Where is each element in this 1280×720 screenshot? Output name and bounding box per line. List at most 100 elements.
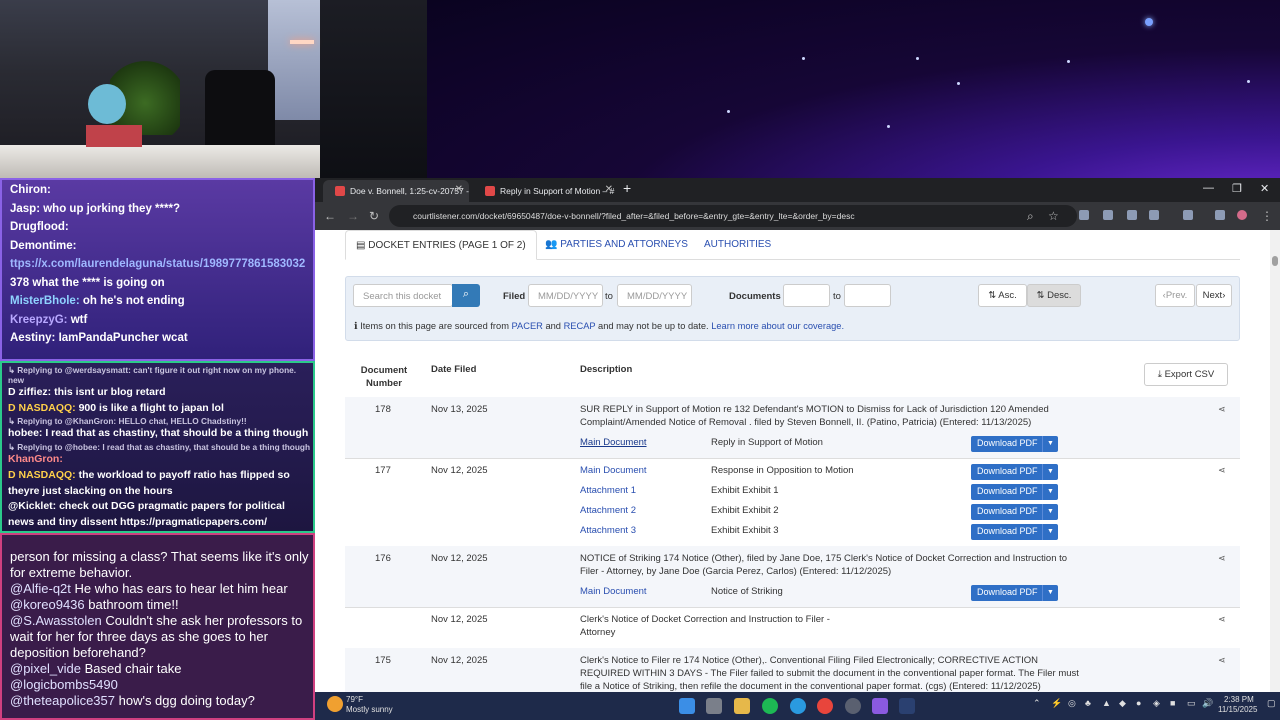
button-label: Download PDF bbox=[977, 506, 1038, 516]
document-description: Exhibit Exhibit 2 bbox=[711, 505, 779, 516]
forward-icon[interactable]: → bbox=[347, 209, 359, 223]
back-icon[interactable]: ← bbox=[324, 209, 336, 223]
zoom-icon[interactable]: ⌕ bbox=[1027, 209, 1034, 224]
bookmark-star-icon[interactable]: ☆ bbox=[1048, 209, 1059, 223]
tray-app-icon[interactable]: ■ bbox=[1170, 698, 1175, 708]
list-icon: ▤ bbox=[356, 240, 369, 251]
minimize-button[interactable]: — bbox=[1203, 182, 1214, 194]
download-pdf-button[interactable]: Download PDF ▼ bbox=[971, 484, 1058, 500]
menu-icon[interactable]: ⋮ bbox=[1261, 209, 1273, 223]
tray-app-icon[interactable]: ◆ bbox=[1119, 698, 1126, 709]
chat-username: @Kicklet: bbox=[8, 500, 57, 513]
task-view-icon[interactable] bbox=[706, 698, 722, 714]
entry-lte-input[interactable] bbox=[844, 284, 891, 307]
caret-down-icon[interactable]: ▼ bbox=[1042, 484, 1058, 500]
pacer-link[interactable]: PACER bbox=[512, 321, 543, 331]
app-icon[interactable] bbox=[845, 698, 861, 714]
share-icon[interactable]: ⋖ bbox=[1218, 553, 1226, 564]
document-link[interactable]: Main Document bbox=[580, 586, 647, 597]
download-pdf-button[interactable]: Download PDF ▼ bbox=[971, 524, 1058, 540]
download-pdf-button[interactable]: Download PDF ▼ bbox=[971, 585, 1058, 601]
tray-app-icon[interactable]: ◈ bbox=[1153, 698, 1160, 709]
entry-date: Nov 12, 2025 bbox=[431, 655, 488, 666]
chat-username: KreepzyG: bbox=[10, 313, 68, 326]
share-icon[interactable]: ⋖ bbox=[1218, 465, 1226, 476]
document-link[interactable]: Attachment 2 bbox=[580, 505, 636, 516]
media-icon[interactable] bbox=[1215, 210, 1225, 220]
scrollbar-thumb[interactable] bbox=[1272, 256, 1278, 266]
tray-app-icon[interactable]: ● bbox=[1136, 698, 1141, 708]
entry-gte-input[interactable] bbox=[783, 284, 830, 307]
sort-asc-button[interactable]: ⇅ Asc. bbox=[978, 284, 1027, 307]
maximize-button[interactable]: ❐ bbox=[1232, 182, 1242, 195]
filed-after-input[interactable]: MM/DD/YYYY bbox=[528, 284, 603, 307]
tray-app-icon[interactable]: ◎ bbox=[1068, 698, 1076, 709]
tray-app-icon[interactable]: ▲ bbox=[1102, 698, 1111, 708]
tray-app-icon[interactable]: ♣ bbox=[1085, 698, 1091, 708]
extension-icon[interactable] bbox=[1103, 210, 1113, 220]
tab-parties[interactable]: 👥 PARTIES AND ATTORNEYS bbox=[545, 239, 688, 250]
network-icon[interactable]: ▭ bbox=[1187, 698, 1196, 709]
tab-docket-entries[interactable]: ▤ DOCKET ENTRIES (PAGE 1 OF 2) bbox=[345, 230, 537, 260]
caret-down-icon[interactable]: ▼ bbox=[1042, 585, 1058, 601]
chevron-right-icon: › bbox=[1222, 290, 1226, 301]
extension-icon[interactable] bbox=[1127, 210, 1137, 220]
download-pdf-button[interactable]: Download PDF ▼ bbox=[971, 464, 1058, 480]
docket-search-input[interactable]: Search this docket bbox=[353, 284, 453, 307]
file-explorer-icon[interactable] bbox=[734, 698, 750, 714]
app-icon[interactable] bbox=[872, 698, 888, 714]
document-link[interactable]: Main Document bbox=[580, 465, 647, 476]
caret-down-icon[interactable]: ▼ bbox=[1042, 464, 1058, 480]
browser-tab-docket[interactable]: Doe v. Bonnell, 1:25-cv-20757 - ✕ bbox=[323, 180, 469, 202]
clock-time[interactable]: 2:38 PM bbox=[1224, 695, 1254, 704]
browser-tab-reply[interactable]: Reply in Support of Motion – # ✕ bbox=[473, 180, 619, 202]
chat-message: Drugflood: bbox=[10, 221, 313, 240]
table-row: 175 Nov 12, 2025 Clerk's Notice to Filer r… bbox=[345, 648, 1240, 692]
chat-message: @pixel_vide Based chair take bbox=[10, 661, 309, 677]
caret-down-icon[interactable]: ▼ bbox=[1042, 524, 1058, 540]
url-bar[interactable]: courtlistener.com/docket/69650487/doe-v-… bbox=[389, 205, 1077, 227]
steam-icon[interactable] bbox=[899, 698, 915, 714]
close-tab-icon[interactable]: ✕ bbox=[605, 184, 613, 195]
document-link[interactable]: Main Document bbox=[580, 437, 647, 448]
close-window-button[interactable]: ✕ bbox=[1260, 182, 1269, 195]
search-button[interactable]: ⌕ bbox=[452, 284, 480, 307]
volume-icon[interactable]: 🔊 bbox=[1202, 698, 1213, 709]
tray-chevron-icon[interactable]: ⌃ bbox=[1033, 698, 1041, 709]
start-windows-icon[interactable] bbox=[679, 698, 695, 714]
button-label: Download PDF bbox=[977, 587, 1038, 597]
share-icon[interactable]: ⋖ bbox=[1218, 614, 1226, 625]
download-pdf-button[interactable]: Download PDF ▼ bbox=[971, 504, 1058, 520]
sort-desc-button[interactable]: ⇅ Desc. bbox=[1027, 284, 1081, 307]
download-pdf-button[interactable]: Download PDF ▼ bbox=[971, 436, 1058, 452]
new-tab-button[interactable]: + bbox=[623, 180, 631, 196]
document-link[interactable]: Attachment 1 bbox=[580, 485, 636, 496]
notification-icon[interactable]: ▢ bbox=[1267, 698, 1276, 709]
reload-icon[interactable]: ↻ bbox=[369, 209, 379, 223]
chat-message: ttps://x.com/laurendelaguna/status/19897… bbox=[10, 258, 313, 277]
edge-icon[interactable] bbox=[790, 698, 806, 714]
extension-icon[interactable] bbox=[1079, 210, 1089, 220]
recap-link[interactable]: RECAP bbox=[564, 321, 596, 331]
caret-down-icon[interactable]: ▼ bbox=[1042, 436, 1058, 452]
filed-before-input[interactable]: MM/DD/YYYY bbox=[617, 284, 692, 307]
export-csv-button[interactable]: ⤓ Export CSV bbox=[1144, 363, 1228, 386]
next-page-button[interactable]: Next› bbox=[1196, 284, 1232, 307]
document-link[interactable]: Attachment 3 bbox=[580, 525, 636, 536]
page-scrollbar[interactable] bbox=[1270, 230, 1280, 692]
caret-down-icon[interactable]: ▼ bbox=[1042, 504, 1058, 520]
tray-app-icon[interactable]: ⚡ bbox=[1051, 698, 1062, 709]
prev-page-button[interactable]: ‹Prev. bbox=[1155, 284, 1195, 307]
chrome-icon[interactable] bbox=[817, 698, 833, 714]
extensions-puzzle-icon[interactable] bbox=[1149, 210, 1159, 220]
clock-date[interactable]: 11/15/2025 bbox=[1218, 705, 1257, 714]
share-icon[interactable]: ⋖ bbox=[1218, 655, 1226, 666]
star bbox=[802, 57, 805, 60]
close-tab-icon[interactable]: ✕ bbox=[455, 184, 463, 195]
tab-authorities[interactable]: AUTHORITIES bbox=[704, 239, 771, 250]
coverage-link[interactable]: Learn more about our coverage. bbox=[711, 321, 844, 331]
spotify-icon[interactable] bbox=[762, 698, 778, 714]
share-icon[interactable]: ⋖ bbox=[1218, 404, 1226, 415]
sidebar-icon[interactable] bbox=[1183, 210, 1193, 220]
profile-avatar-icon[interactable] bbox=[1237, 210, 1247, 220]
